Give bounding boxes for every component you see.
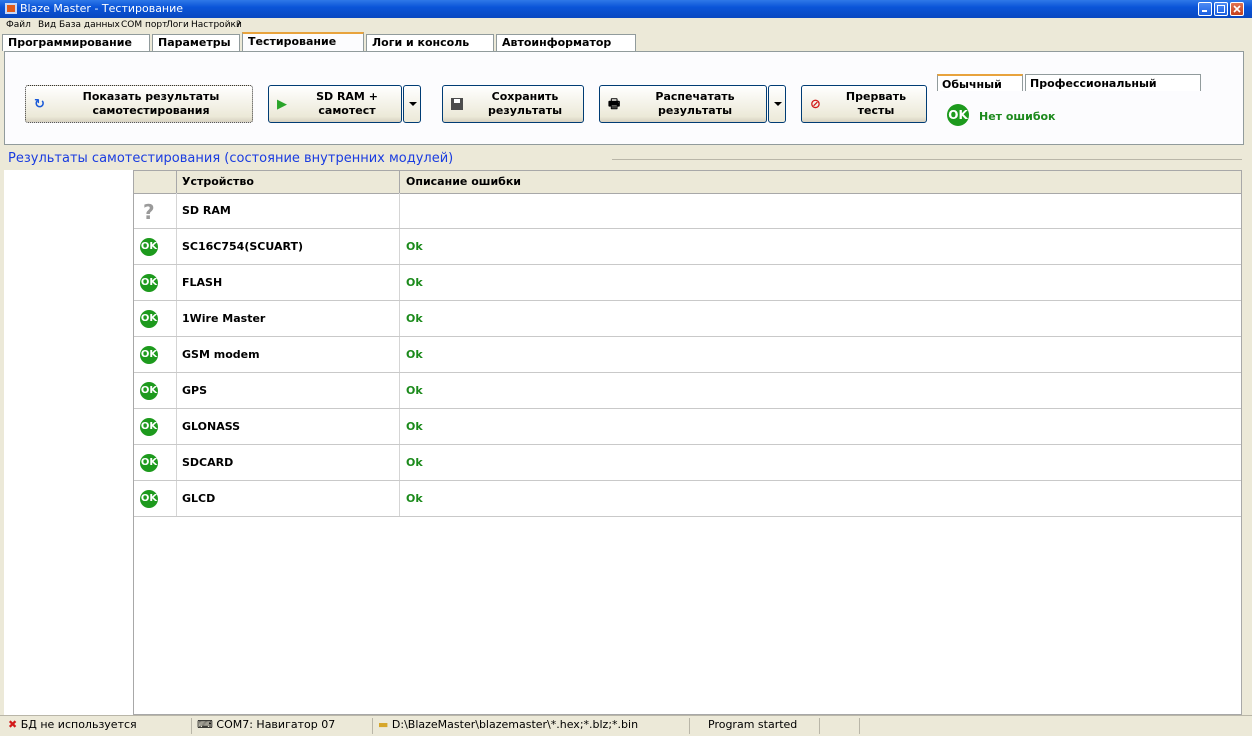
window-title: Blaze Master - Тестирование <box>20 2 184 15</box>
table-row[interactable]: OK GLONASS Ok <box>134 409 1241 445</box>
stop-icon: ⊘ <box>810 97 821 112</box>
device-name: SDCARD <box>182 456 234 469</box>
save-icon <box>451 98 463 114</box>
device-name: SD RAM <box>182 204 231 217</box>
error-description: Ok <box>406 312 423 325</box>
mode-panel: Обычный Профессиональный OK Нет ошибок <box>935 74 1235 140</box>
error-description: Ok <box>406 456 423 469</box>
ok-status-icon: OK <box>140 238 158 256</box>
tab-programming[interactable]: Программирование <box>2 34 150 51</box>
error-description: Ok <box>406 240 423 253</box>
abort-tests-button[interactable]: ⊘ Прервать тесты <box>801 85 927 123</box>
table-row[interactable]: OK SDCARD Ok <box>134 445 1241 481</box>
table-row[interactable]: ? SD RAM <box>134 193 1241 229</box>
menu-file[interactable]: Файл <box>6 20 31 30</box>
save-results-button[interactable]: Сохранить результаты <box>442 85 584 123</box>
ok-status-icon: OK <box>140 346 158 364</box>
grid-header: Устройство Описание ошибки <box>134 171 1241 194</box>
device-name: SC16C754(SCUART) <box>182 240 303 253</box>
unknown-status-icon: ? <box>140 200 158 225</box>
ok-status-icon: OK <box>947 104 969 126</box>
ok-status-icon: OK <box>140 490 158 508</box>
tab-logs-console[interactable]: Логи и консоль <box>366 34 494 51</box>
column-error-description[interactable]: Описание ошибки <box>406 175 521 188</box>
menu-com-port[interactable]: COM порт <box>121 20 167 30</box>
sdram-selftest-dropdown[interactable] <box>403 85 421 123</box>
table-row[interactable]: OK FLASH Ok <box>134 265 1241 301</box>
table-row[interactable]: OK GLCD Ok <box>134 481 1241 517</box>
status-program: Program started <box>700 718 820 734</box>
device-name: GLCD <box>182 492 216 505</box>
tab-testing[interactable]: Тестирование <box>242 32 364 51</box>
svg-text:?: ? <box>143 202 155 222</box>
section-divider <box>612 159 1242 160</box>
error-description: Ok <box>406 492 423 505</box>
com-port-icon: ⌨ <box>197 718 213 731</box>
db-disabled-icon: ✖ <box>8 718 18 731</box>
tab-parameters[interactable]: Параметры <box>152 34 240 51</box>
tab-mode-normal[interactable]: Обычный <box>937 74 1023 91</box>
folder-icon: ▬ <box>378 718 389 731</box>
menu-view[interactable]: Вид <box>38 20 56 30</box>
status-com: ⌨ COM7: Навигатор 07 <box>193 718 373 734</box>
column-device[interactable]: Устройство <box>182 175 254 188</box>
print-results-button[interactable]: 🖶 Распечатать результаты <box>599 85 767 123</box>
device-name: GPS <box>182 384 208 397</box>
maximize-button[interactable] <box>1214 2 1228 16</box>
table-row[interactable]: OK GPS Ok <box>134 373 1241 409</box>
device-name: 1Wire Master <box>182 312 266 325</box>
close-button[interactable] <box>1230 2 1244 16</box>
error-description: Ok <box>406 276 423 289</box>
error-description: Ok <box>406 420 423 433</box>
status-db: ✖ БД не используется <box>4 718 192 734</box>
ok-status-icon: OK <box>140 274 158 292</box>
menu-help[interactable]: ? <box>236 20 241 30</box>
left-pane <box>4 170 134 715</box>
print-results-dropdown[interactable] <box>768 85 786 123</box>
show-results-button[interactable]: ↻ Показать результаты самотестирования <box>25 85 253 123</box>
device-name: GSM modem <box>182 348 260 361</box>
tab-mode-professional[interactable]: Профессиональный <box>1025 74 1201 91</box>
device-name: GLONASS <box>182 420 241 433</box>
menu-database[interactable]: База данных <box>59 20 120 30</box>
status-text: Нет ошибок <box>979 110 1056 123</box>
title-bar: Blaze Master - Тестирование <box>0 0 1252 18</box>
section-title: Результаты самотестирования (состояние в… <box>8 151 454 166</box>
ok-status-icon: OK <box>140 454 158 472</box>
maximize-icon <box>1217 5 1225 13</box>
error-description: Ok <box>406 384 423 397</box>
ok-status-icon: OK <box>140 382 158 400</box>
results-grid: Устройство Описание ошибки ? SD RAM OK SC16… <box>133 170 1242 715</box>
status-indicator: OK Нет ошибок <box>947 104 1056 126</box>
menu-logs[interactable]: Логи <box>166 20 189 30</box>
ok-status-icon: OK <box>140 310 158 328</box>
table-row[interactable]: OK 1Wire Master Ok <box>134 301 1241 337</box>
table-row[interactable]: OK GSM modem Ok <box>134 337 1241 373</box>
ok-status-icon: OK <box>140 418 158 436</box>
device-name: FLASH <box>182 276 223 289</box>
table-row[interactable]: OK SC16C754(SCUART) Ok <box>134 229 1241 265</box>
menu-bar: Файл Вид База данных COM порт Логи Настр… <box>0 18 1252 34</box>
status-path: ▬ D:\BlazeMaster\blazemaster\*.hex;*.blz… <box>374 718 690 734</box>
app-icon <box>5 3 17 14</box>
minimize-icon <box>1202 10 1207 12</box>
status-bar: ✖ БД не используется ⌨ COM7: Навигатор 0… <box>0 715 1252 736</box>
menu-settings[interactable]: Настройки <box>191 20 242 30</box>
toolbar-panel: ↻ Показать результаты самотестирования ▶… <box>4 51 1244 145</box>
play-icon: ▶ <box>277 97 287 112</box>
printer-icon: 🖶 <box>608 97 621 112</box>
tab-autoinformer[interactable]: Автоинформатор <box>496 34 636 51</box>
error-description: Ok <box>406 348 423 361</box>
minimize-button[interactable] <box>1198 2 1212 16</box>
close-icon <box>1233 5 1241 13</box>
sdram-selftest-button[interactable]: ▶ SD RAM + самотест <box>268 85 402 123</box>
refresh-icon: ↻ <box>34 97 45 112</box>
status-empty <box>820 718 860 734</box>
